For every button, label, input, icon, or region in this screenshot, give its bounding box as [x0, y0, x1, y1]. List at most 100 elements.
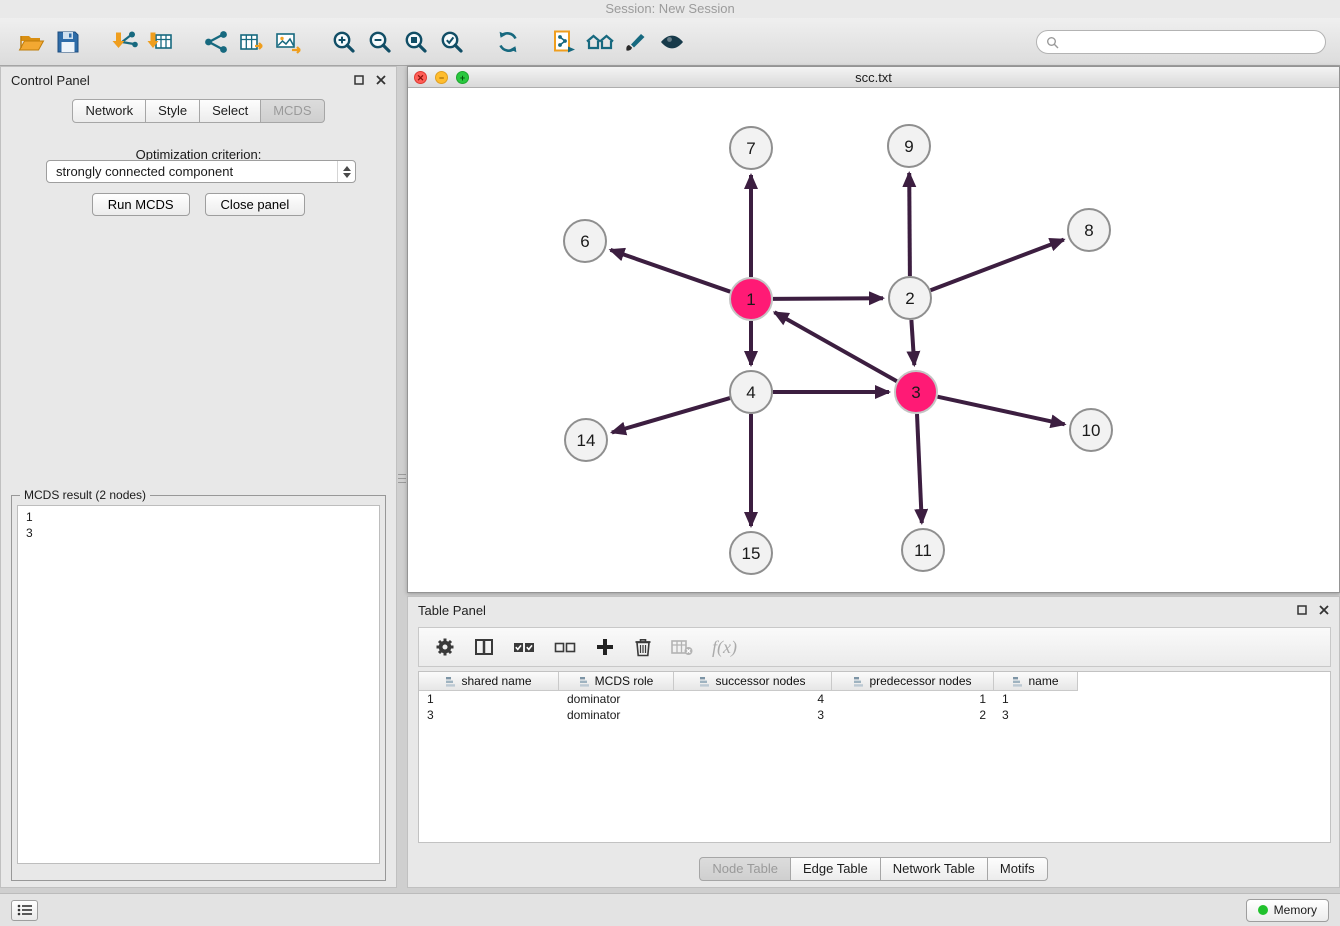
- graph-edge-3-to-1[interactable]: [775, 312, 897, 381]
- network-view-window: scc.txt ✕ − + 7968124314101511: [407, 66, 1340, 593]
- table-row[interactable]: 3dominator323: [419, 707, 1330, 723]
- column-header-predecessor-nodes[interactable]: predecessor nodes: [832, 672, 994, 691]
- tab-network-table[interactable]: Network Table: [880, 857, 988, 881]
- graph-edge-1-to-2[interactable]: [773, 298, 883, 299]
- sort-icon[interactable]: [699, 676, 710, 687]
- apply-style-button[interactable]: [618, 23, 654, 61]
- graph-edge-2-to-3[interactable]: [911, 320, 914, 365]
- table-cell[interactable]: 1: [994, 692, 1078, 706]
- search-input[interactable]: [1065, 35, 1316, 49]
- tab-node-table[interactable]: Node Table: [699, 857, 791, 881]
- open-file-button[interactable]: [14, 23, 50, 61]
- table-cell[interactable]: dominator: [559, 692, 674, 706]
- table-cell[interactable]: 3: [419, 708, 559, 722]
- close-table-panel-icon[interactable]: [1319, 605, 1329, 615]
- show-hide-button[interactable]: [654, 23, 690, 61]
- graph-edge-3-to-10[interactable]: [938, 397, 1065, 425]
- import-network-icon: [110, 29, 138, 55]
- close-panel-icon[interactable]: [376, 75, 386, 85]
- first-neighbors-button[interactable]: [582, 23, 618, 61]
- mcds-result-item[interactable]: 3: [26, 525, 371, 541]
- tab-select[interactable]: Select: [199, 99, 261, 123]
- column-header-mcds-role[interactable]: MCDS role: [559, 672, 674, 691]
- sort-icon[interactable]: [853, 676, 864, 687]
- image-export-icon: [274, 29, 302, 55]
- mcds-result-item[interactable]: 1: [26, 509, 371, 525]
- control-panel-title: Control Panel: [11, 73, 90, 88]
- import-network-button[interactable]: [106, 23, 142, 61]
- zoom-selected-button[interactable]: [434, 23, 470, 61]
- column-header-label: predecessor nodes: [869, 674, 971, 688]
- new-network-button[interactable]: [198, 23, 234, 61]
- graph-node-label-3: 3: [911, 383, 920, 402]
- new-column-button[interactable]: [595, 637, 615, 657]
- sort-icon[interactable]: [579, 676, 590, 687]
- tab-motifs[interactable]: Motifs: [987, 857, 1048, 881]
- refresh-layout-button[interactable]: [490, 23, 526, 61]
- memory-button[interactable]: Memory: [1246, 899, 1329, 922]
- open-folder-icon: [18, 29, 46, 55]
- import-table-button[interactable]: [142, 23, 178, 61]
- column-header-successor-nodes[interactable]: successor nodes: [674, 672, 832, 691]
- float-table-panel-icon[interactable]: [1297, 605, 1307, 615]
- zoom-window-icon[interactable]: +: [456, 71, 469, 84]
- float-panel-icon[interactable]: [354, 75, 364, 85]
- criterion-select[interactable]: strongly connected component: [46, 160, 356, 183]
- table-cell[interactable]: 3: [674, 708, 832, 722]
- zoom-in-button[interactable]: [326, 23, 362, 61]
- table-cell[interactable]: 3: [994, 708, 1078, 722]
- column-header-shared-name[interactable]: shared name: [419, 672, 559, 691]
- graph-node-label-7: 7: [746, 139, 755, 158]
- deselect-all-rows-button[interactable]: [554, 638, 576, 656]
- table-row[interactable]: 1dominator411: [419, 691, 1330, 707]
- zoom-out-icon: [367, 29, 393, 55]
- new-table-button[interactable]: [234, 23, 270, 61]
- minimize-window-icon[interactable]: −: [435, 71, 448, 84]
- column-header-name[interactable]: name: [994, 672, 1078, 691]
- clone-network-button[interactable]: [546, 23, 582, 61]
- delete-table-button: [671, 638, 693, 656]
- trash-icon: [634, 637, 652, 657]
- table-options-button[interactable]: [435, 637, 455, 657]
- import-table-icon: [146, 29, 174, 55]
- zoom-out-button[interactable]: [362, 23, 398, 61]
- export-image-button[interactable]: [270, 23, 306, 61]
- tab-network[interactable]: Network: [72, 99, 146, 123]
- table-cell[interactable]: 1: [419, 692, 559, 706]
- sort-icon[interactable]: [445, 676, 456, 687]
- graph-edge-3-to-11[interactable]: [917, 414, 922, 523]
- graph-node-label-11: 11: [914, 541, 932, 560]
- column-header-label: name: [1028, 674, 1058, 688]
- show-columns-button[interactable]: [474, 637, 494, 657]
- zoom-fit-button[interactable]: [398, 23, 434, 61]
- run-mcds-button[interactable]: Run MCDS: [92, 193, 190, 216]
- tab-edge-table[interactable]: Edge Table: [790, 857, 881, 881]
- graph-node-label-4: 4: [746, 383, 755, 402]
- graph-edge-1-to-6[interactable]: [611, 250, 731, 292]
- graph-edge-2-to-8[interactable]: [931, 240, 1064, 291]
- network-canvas[interactable]: 7968124314101511: [408, 88, 1339, 592]
- save-session-button[interactable]: [50, 23, 86, 61]
- select-stepper-icon[interactable]: [337, 161, 355, 182]
- select-all-rows-button[interactable]: [513, 638, 535, 656]
- delete-columns-button[interactable]: [634, 637, 652, 657]
- table-cell[interactable]: 1: [832, 692, 994, 706]
- task-history-button[interactable]: [11, 900, 38, 921]
- control-panel: Control Panel NetworkStyleSelectMCDS Opt…: [0, 66, 397, 888]
- graph-edge-4-to-14[interactable]: [612, 398, 730, 432]
- panel-splitter-handle[interactable]: [398, 466, 406, 490]
- graph-edge-2-to-9[interactable]: [909, 173, 910, 276]
- tab-mcds[interactable]: MCDS: [260, 99, 324, 123]
- table-cell[interactable]: 2: [832, 708, 994, 722]
- toolbar-search[interactable]: [1036, 30, 1326, 54]
- table-cell[interactable]: 4: [674, 692, 832, 706]
- table-header-row: shared nameMCDS rolesuccessor nodes prede…: [419, 672, 1330, 691]
- sort-icon[interactable]: [1012, 676, 1023, 687]
- table-cell[interactable]: dominator: [559, 708, 674, 722]
- close-panel-button[interactable]: Close panel: [205, 193, 306, 216]
- close-window-icon[interactable]: ✕: [414, 71, 427, 84]
- mcds-result-list[interactable]: 13: [17, 505, 380, 864]
- tab-style[interactable]: Style: [145, 99, 200, 123]
- delete-table-icon: [671, 638, 693, 656]
- table-body: 1dominator4113dominator323: [419, 691, 1330, 723]
